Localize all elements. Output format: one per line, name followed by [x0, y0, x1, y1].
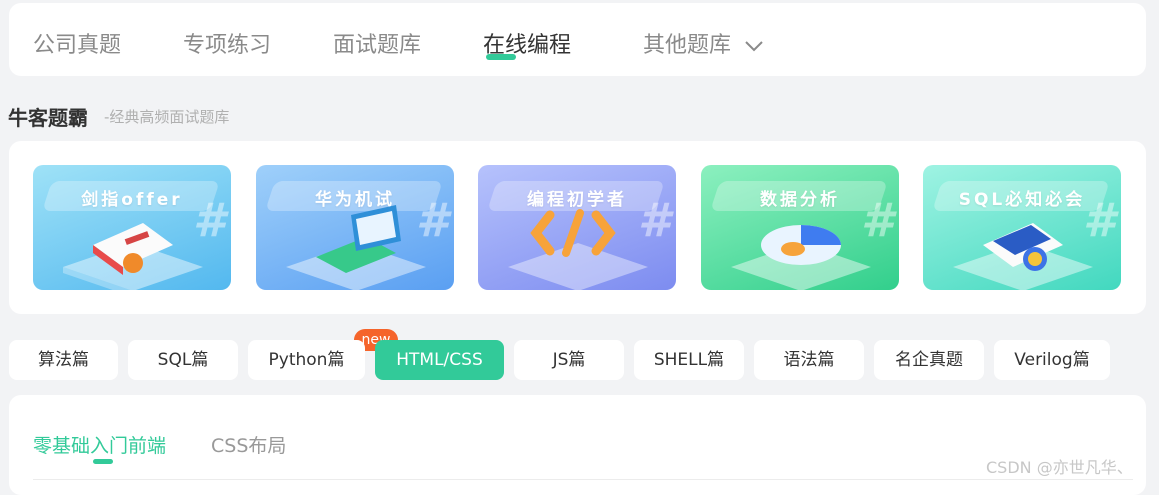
- sql-book-illustration-icon: [953, 223, 1093, 290]
- laptop-illustration-icon: [286, 205, 426, 290]
- chip-shell[interactable]: SHELL篇: [634, 340, 744, 380]
- chip-algorithms[interactable]: 算法篇: [9, 340, 118, 380]
- tab-other-banks[interactable]: 其他题库: [643, 27, 764, 59]
- top-navigation: 公司真题 专项练习 面试题库 在线编程 其他题库: [9, 3, 1146, 76]
- subtab-frontend-basics-label: 零基础入门前端: [33, 435, 167, 457]
- active-subtab-indicator: [93, 459, 113, 464]
- card-huawei-test[interactable]: 华为机试 #: [256, 165, 454, 290]
- chip-syntax[interactable]: 语法篇: [754, 340, 864, 380]
- divider: [33, 479, 1133, 480]
- card-sql-essentials[interactable]: SQL必知必会 #: [923, 165, 1121, 290]
- code-brackets-illustration-icon: [508, 209, 648, 290]
- pie-chart-illustration-icon: [731, 225, 871, 290]
- chip-html-css[interactable]: HTML/CSS: [375, 340, 504, 380]
- tab-company-questions[interactable]: 公司真题: [33, 27, 121, 59]
- card-jianzhi-offer[interactable]: 剑指offer #: [33, 165, 231, 290]
- book-illustration-icon: [63, 223, 203, 290]
- chip-python[interactable]: Python篇: [248, 340, 365, 380]
- chip-verilog[interactable]: Verilog篇: [994, 340, 1110, 380]
- chevron-down-icon: [745, 41, 763, 52]
- content-panel: 零基础入门前端 CSS布局: [9, 395, 1146, 495]
- chip-company-questions[interactable]: 名企真题: [874, 340, 984, 380]
- subtab-css-layout[interactable]: CSS布局: [211, 431, 286, 458]
- chip-js[interactable]: JS篇: [514, 340, 624, 380]
- section-title: 牛客题霸: [8, 106, 88, 130]
- watermark: CSDN @亦世凡华、: [986, 458, 1133, 477]
- tab-online-coding[interactable]: 在线编程: [483, 27, 571, 60]
- card-beginner-coding[interactable]: 编程初学者 #: [478, 165, 676, 290]
- question-bank-cards: 剑指offer # 华为机试 # 编程初学者 # 数据分析 # SQL必知必会 …: [9, 141, 1146, 314]
- tab-special-practice[interactable]: 专项练习: [183, 27, 271, 59]
- tab-interview-bank[interactable]: 面试题库: [333, 27, 421, 59]
- subtab-frontend-basics[interactable]: 零基础入门前端: [33, 431, 167, 464]
- active-tab-indicator: [486, 54, 516, 60]
- tab-other-banks-label: 其他题库: [643, 33, 732, 58]
- section-subtitle: -经典高频面试题库: [104, 108, 230, 126]
- card-data-analysis[interactable]: 数据分析 #: [701, 165, 899, 290]
- chip-sql[interactable]: SQL篇: [128, 340, 238, 380]
